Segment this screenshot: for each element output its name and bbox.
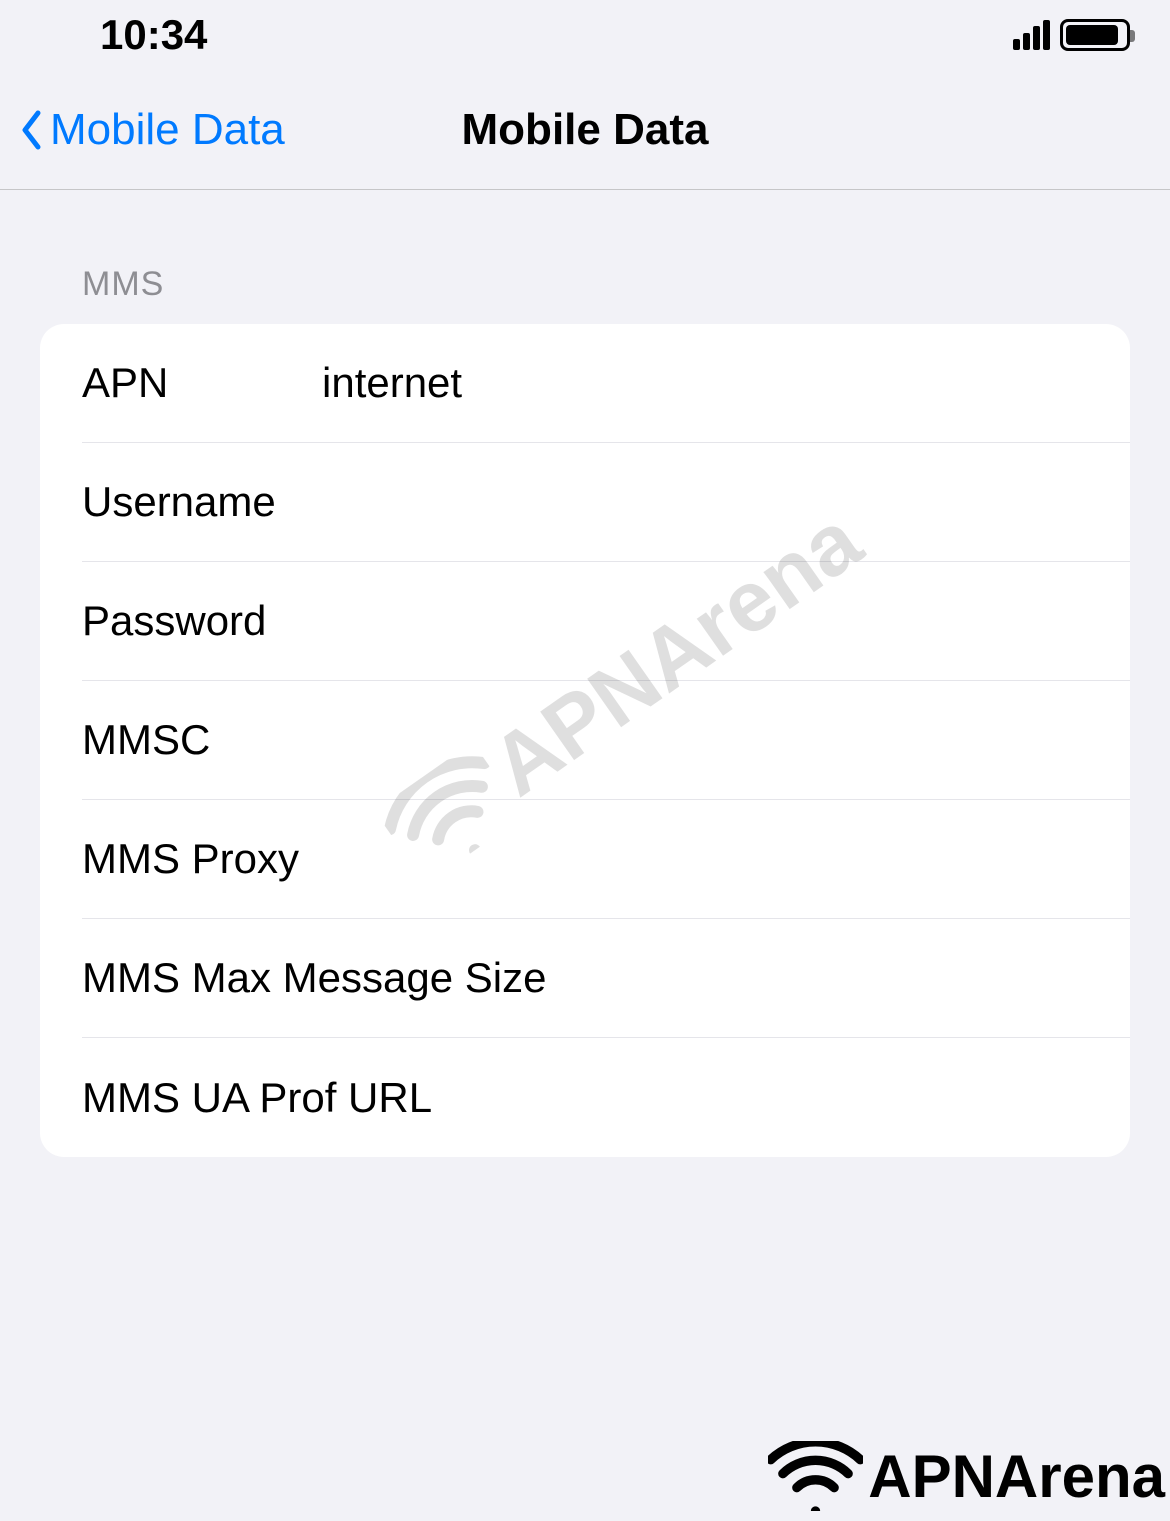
setting-row-mms-ua-prof[interactable]: MMS UA Prof URL bbox=[40, 1038, 1130, 1157]
brand-footer: APNArena bbox=[768, 1441, 1165, 1511]
setting-row-username[interactable]: Username bbox=[40, 443, 1130, 562]
battery-icon bbox=[1060, 19, 1130, 51]
field-label: MMS Proxy bbox=[82, 835, 322, 883]
status-indicators bbox=[1013, 19, 1130, 51]
setting-row-password[interactable]: Password bbox=[40, 562, 1130, 681]
field-label: Username bbox=[82, 478, 322, 526]
navigation-bar: Mobile Data Mobile Data bbox=[0, 70, 1170, 190]
status-bar: 10:34 bbox=[0, 0, 1170, 70]
mms-proxy-input[interactable] bbox=[322, 800, 1130, 918]
mms-ua-prof-input[interactable] bbox=[432, 1038, 1130, 1157]
setting-row-apn[interactable]: APN bbox=[40, 324, 1130, 443]
status-time: 10:34 bbox=[100, 11, 207, 59]
section-header-mms: MMS bbox=[82, 265, 1130, 304]
field-label: APN bbox=[82, 359, 322, 407]
chevron-left-icon bbox=[20, 110, 42, 150]
back-label: Mobile Data bbox=[50, 105, 285, 155]
mms-max-size-input[interactable] bbox=[546, 919, 1130, 1037]
wifi-icon bbox=[768, 1441, 863, 1511]
settings-group-mms: APN Username Password MMSC bbox=[40, 324, 1130, 1157]
username-input[interactable] bbox=[322, 443, 1130, 561]
field-label: MMS UA Prof URL bbox=[82, 1074, 432, 1122]
field-label: Password bbox=[82, 597, 322, 645]
back-button[interactable]: Mobile Data bbox=[0, 105, 285, 155]
brand-text: APNArena bbox=[868, 1442, 1165, 1511]
mmsc-input[interactable] bbox=[322, 681, 1130, 799]
setting-row-mms-proxy[interactable]: MMS Proxy bbox=[40, 800, 1130, 919]
field-label: MMSC bbox=[82, 716, 322, 764]
apn-input[interactable] bbox=[322, 324, 1130, 442]
signal-icon bbox=[1013, 20, 1050, 50]
setting-row-mms-max-size[interactable]: MMS Max Message Size bbox=[40, 919, 1130, 1038]
password-input[interactable] bbox=[322, 562, 1130, 680]
setting-row-mmsc[interactable]: MMSC bbox=[40, 681, 1130, 800]
field-label: MMS Max Message Size bbox=[82, 954, 546, 1002]
